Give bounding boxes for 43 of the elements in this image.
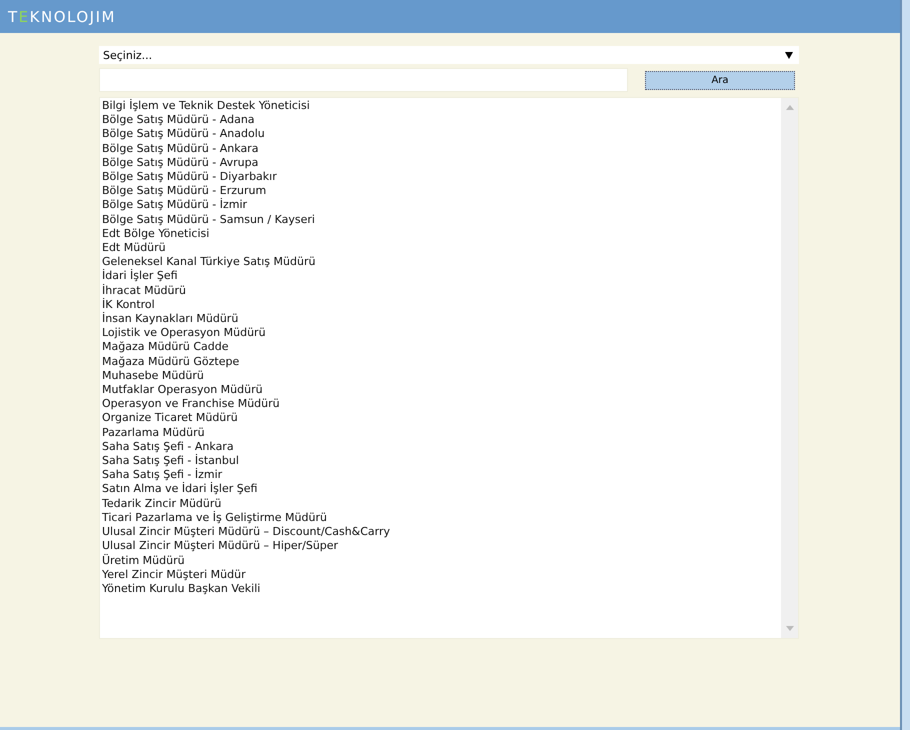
dropdown[interactable]: Seçiniz... (99, 46, 799, 64)
list-item[interactable]: Saha Satış Şefi - Ankara (102, 440, 779, 454)
list-item[interactable]: Mağaza Müdürü Göztepe (102, 354, 779, 369)
list-item[interactable]: Geleneksel Kanal Türkiye Satış Müdürü (102, 255, 779, 270)
list-item[interactable]: Organize Ticaret Müdürü (102, 411, 779, 426)
list-item[interactable]: Mutfaklar Operasyon Müdürü (102, 383, 779, 398)
list-item[interactable]: Ulusal Zincir Müşteri Müdürü – Hiper/Süper (102, 539, 779, 554)
list-item[interactable]: Bilgi İşlem ve Teknik Destek Yöneticisi (102, 99, 779, 114)
list-item[interactable]: Bölge Satış Müdürü - Ankara (102, 142, 779, 156)
list-item[interactable]: Operasyon ve Franchise Müdürü (102, 397, 779, 412)
list-item[interactable]: İdari İşler Şefi (102, 269, 779, 284)
list-item[interactable]: İK Kontrol (102, 298, 779, 312)
list-item[interactable]: Yerel Zincir Müşteri Müdür (102, 568, 779, 582)
list-item[interactable]: Üretim Müdürü (102, 554, 779, 568)
list-item[interactable]: Edt Müdürü (102, 241, 779, 256)
list-item[interactable]: İhracat Müdürü (102, 284, 779, 298)
list-item[interactable]: Saha Satış Şefi - İzmir (102, 468, 779, 482)
list-item[interactable]: Ticari Pazarlama ve İş Geliştirme Müdürü (102, 510, 779, 526)
list-item[interactable]: Lojistik ve Operasyon Müdürü (102, 326, 779, 340)
search-button[interactable]: Ara (645, 70, 795, 90)
logo: TE KNOLOJIM (8, 8, 116, 26)
list-item[interactable]: Edt Bölge Yöneticisi (102, 226, 779, 242)
list-item[interactable]: Bölge Satış Müdürü - Adana (102, 113, 779, 128)
list-item[interactable]: Bölge Satış Müdürü - Avrupa (102, 156, 779, 170)
list-item[interactable]: Bölge Satış Müdürü - Samsun / Kayseri (102, 212, 779, 227)
list-item[interactable]: Mağaza Müdürü Cadde (102, 340, 779, 355)
list-item[interactable]: Pazarlama Müdürü (102, 426, 779, 440)
list-item[interactable]: Bölge Satış Müdürü - Erzurum (102, 184, 779, 198)
scroll-up-icon (786, 105, 794, 110)
caret-icon (785, 52, 793, 58)
list-item[interactable]: Bölge Satış Müdürü - İzmir (102, 198, 779, 213)
list-item[interactable]: Ulusal Zincir Müşteri Müdürü – Discount/Cash&Carry (102, 525, 779, 540)
search-field[interactable] (99, 68, 628, 92)
list-item[interactable]: Muhasebe Müdürü (102, 368, 779, 384)
list-item[interactable]: Satın Alma ve İdari İşler Şefi (102, 482, 779, 497)
list-item[interactable]: Bölge Satış Müdürü - Diyarbakır (102, 170, 779, 184)
list-item[interactable]: İnsan Kaynakları Müdürü (102, 312, 779, 326)
list-item[interactable]: Saha Satış Şefi - İstanbul (102, 454, 779, 468)
list-item[interactable]: Yönetim Kurulu Başkan Vekili (102, 582, 779, 596)
list-item[interactable]: Bölge Satış Müdürü - Anadolu (102, 127, 779, 142)
list-item[interactable]: Tedarik Zincir Müdürü (102, 496, 779, 511)
scrollbar[interactable] (781, 98, 798, 638)
scroll-down-icon (786, 626, 794, 631)
